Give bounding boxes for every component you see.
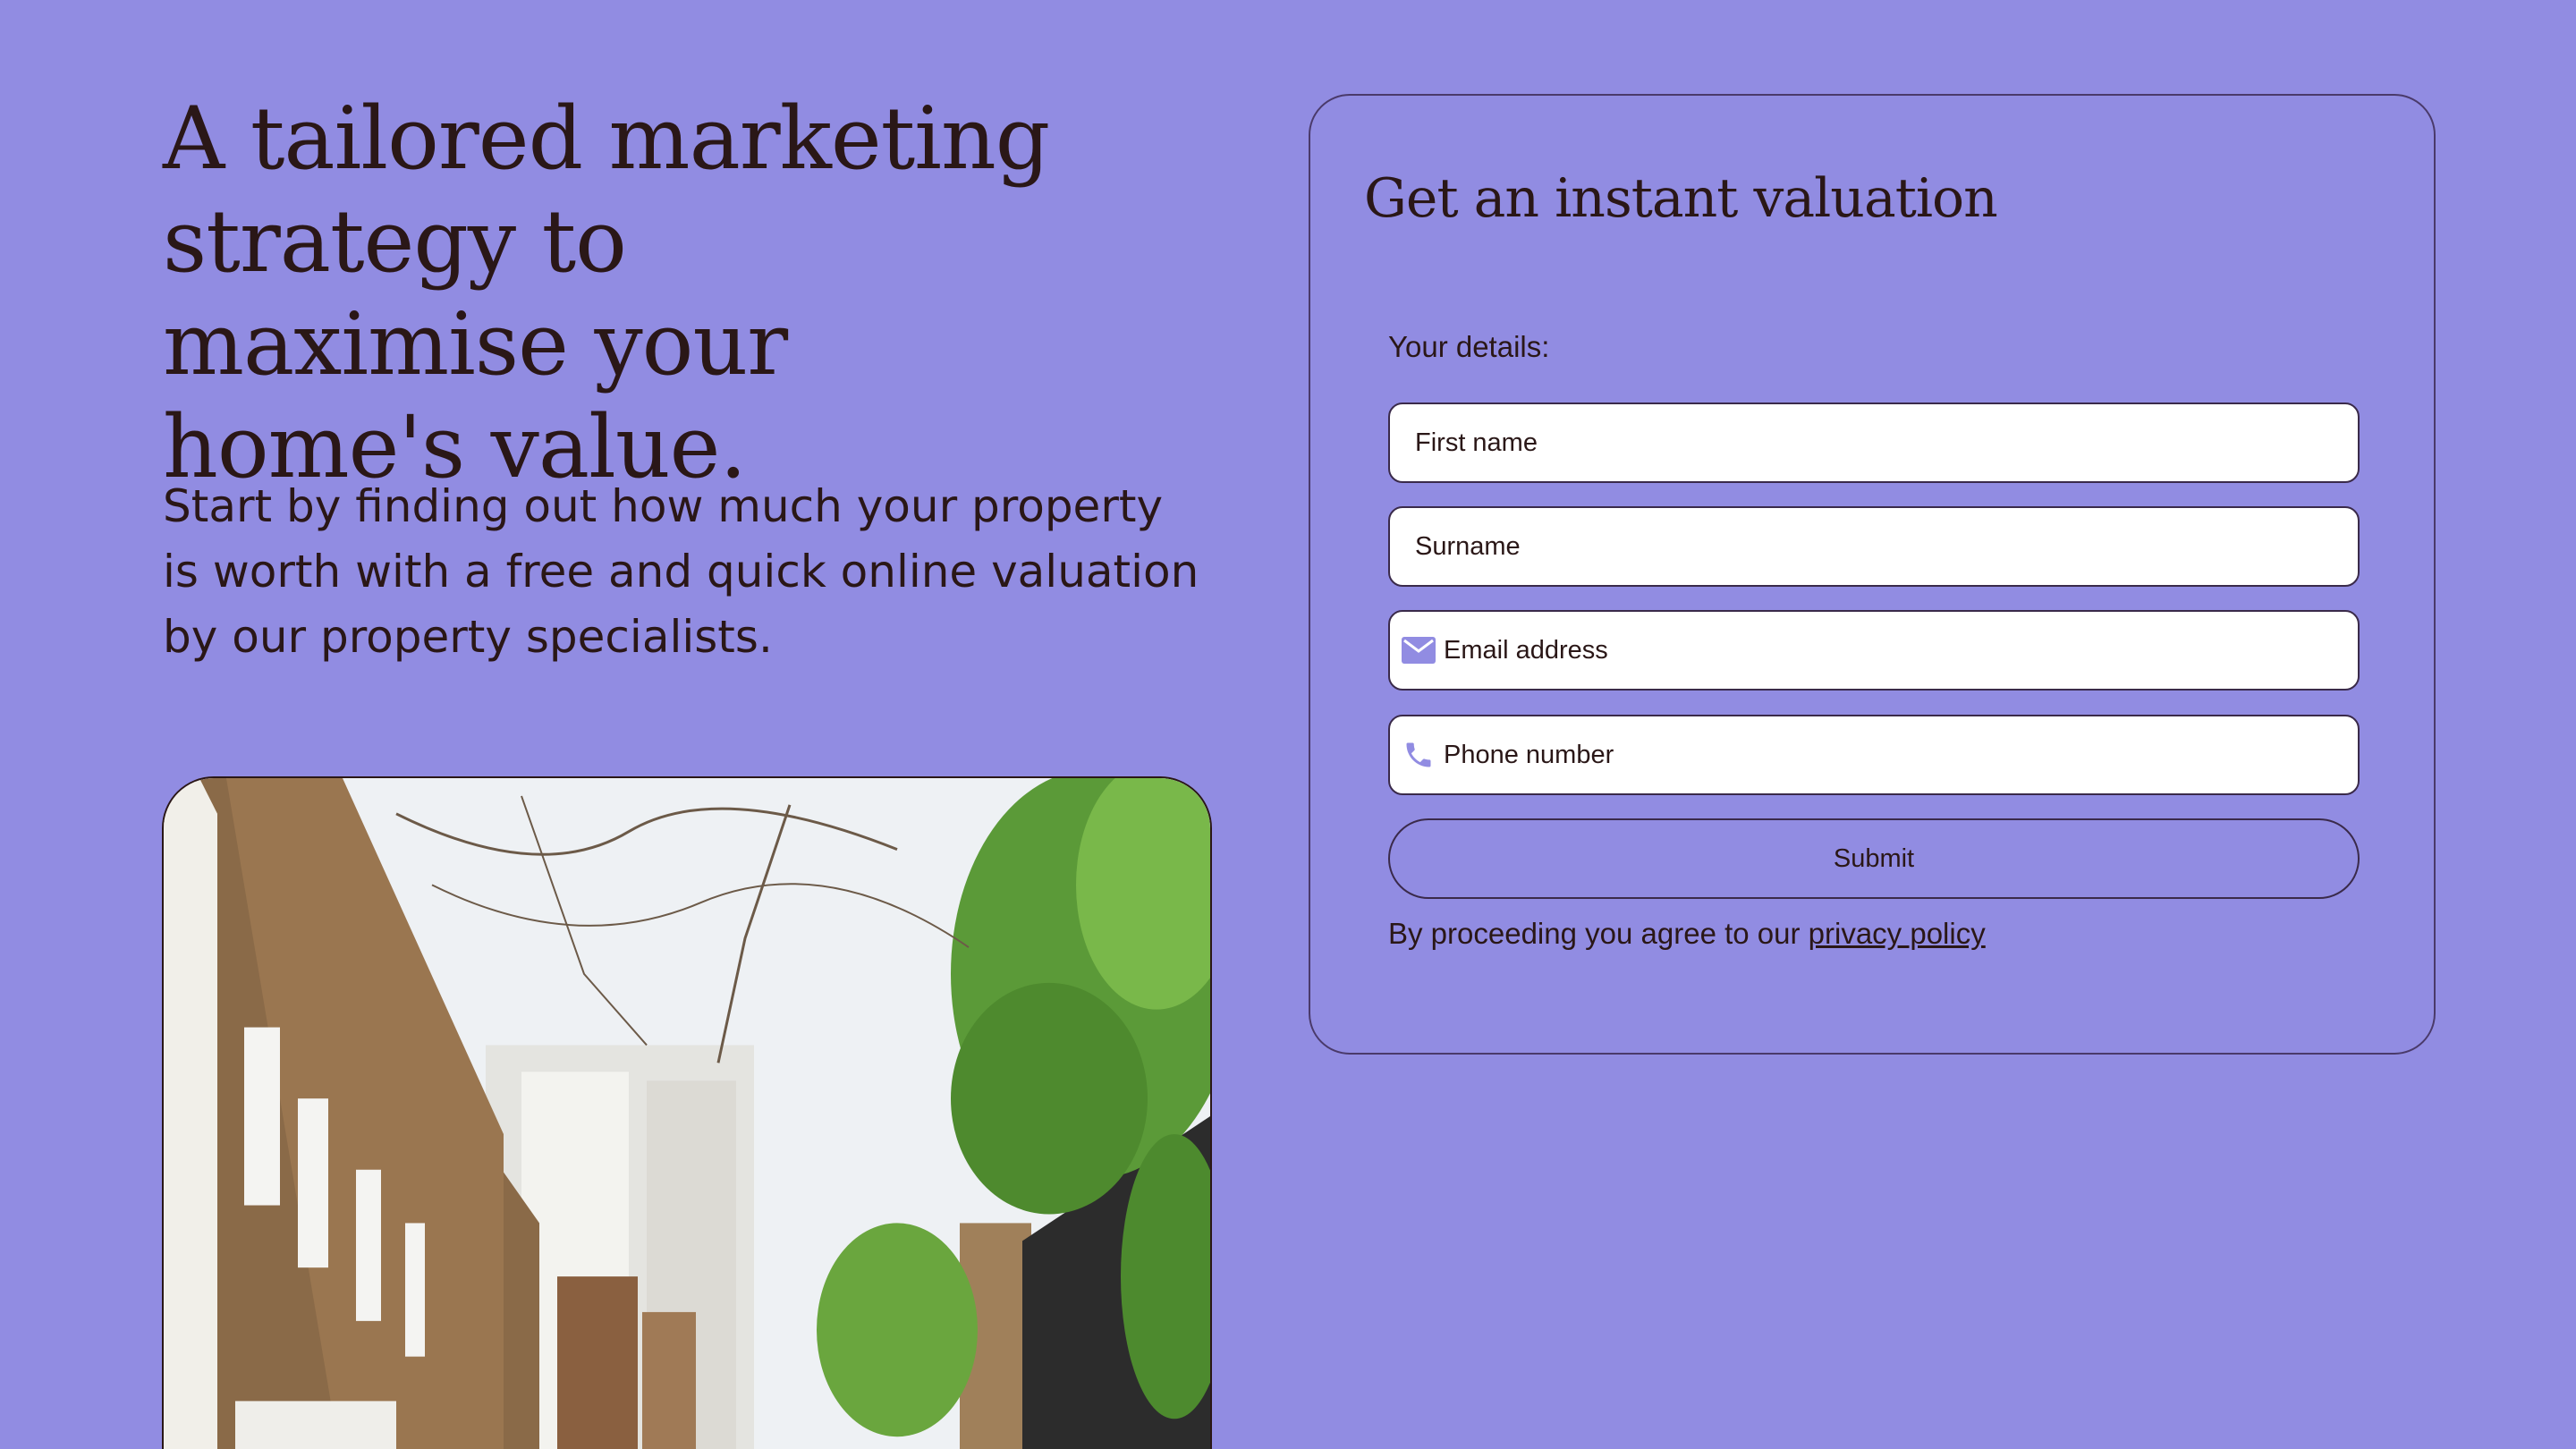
email-field	[1388, 610, 2360, 691]
hero-description: Start by finding out how much your prope…	[163, 480, 1199, 663]
phone-input[interactable]	[1436, 716, 2358, 793]
submit-button[interactable]: Submit	[1388, 818, 2360, 899]
phone-field	[1388, 715, 2360, 795]
first-name-field	[1388, 402, 2360, 483]
street-photo	[162, 776, 1212, 1449]
consent-notice: By proceeding you agree to our privacy p…	[1388, 917, 1986, 951]
surname-input[interactable]	[1390, 508, 2358, 585]
consent-text: By proceeding you agree to our	[1388, 917, 1801, 950]
envelope-icon	[1401, 632, 1436, 668]
valuation-form-card: Get an instant valuation Your details: S…	[1309, 94, 2436, 1055]
email-input[interactable]	[1436, 612, 2358, 689]
details-label: Your details:	[1388, 330, 1550, 363]
form-title: Get an instant valuation	[1364, 167, 1998, 230]
phone-icon	[1401, 737, 1436, 773]
privacy-policy-link[interactable]: privacy policy	[1809, 917, 1986, 950]
street-photo-illustration	[164, 778, 1210, 1449]
hero-headline: A tailored marketing strategy to maximis…	[163, 89, 1050, 497]
first-name-input[interactable]	[1390, 404, 2358, 481]
surname-field	[1388, 506, 2360, 587]
